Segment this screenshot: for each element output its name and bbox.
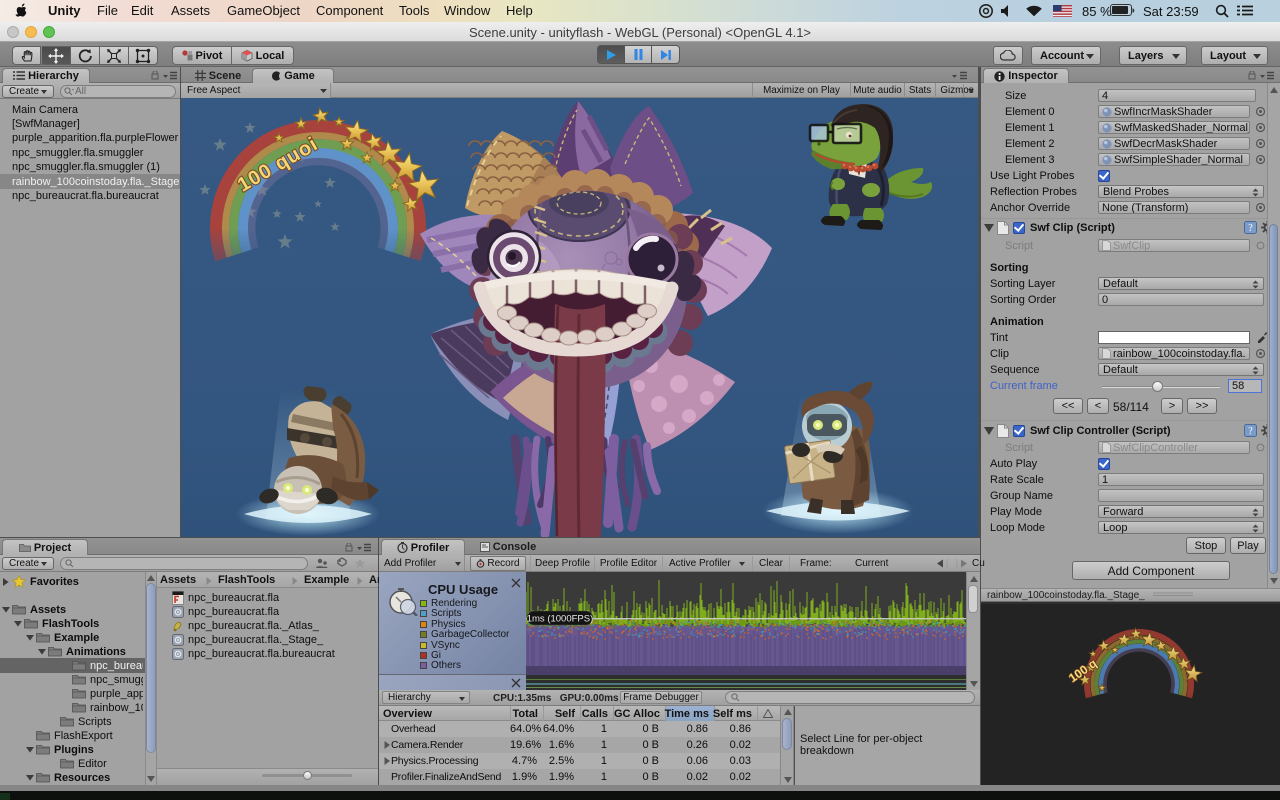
- svg-text:1ms (1000FPS): 1ms (1000FPS): [527, 614, 594, 625]
- svg-text:?: ?: [1248, 426, 1253, 437]
- svg-text:?: ?: [1248, 223, 1253, 234]
